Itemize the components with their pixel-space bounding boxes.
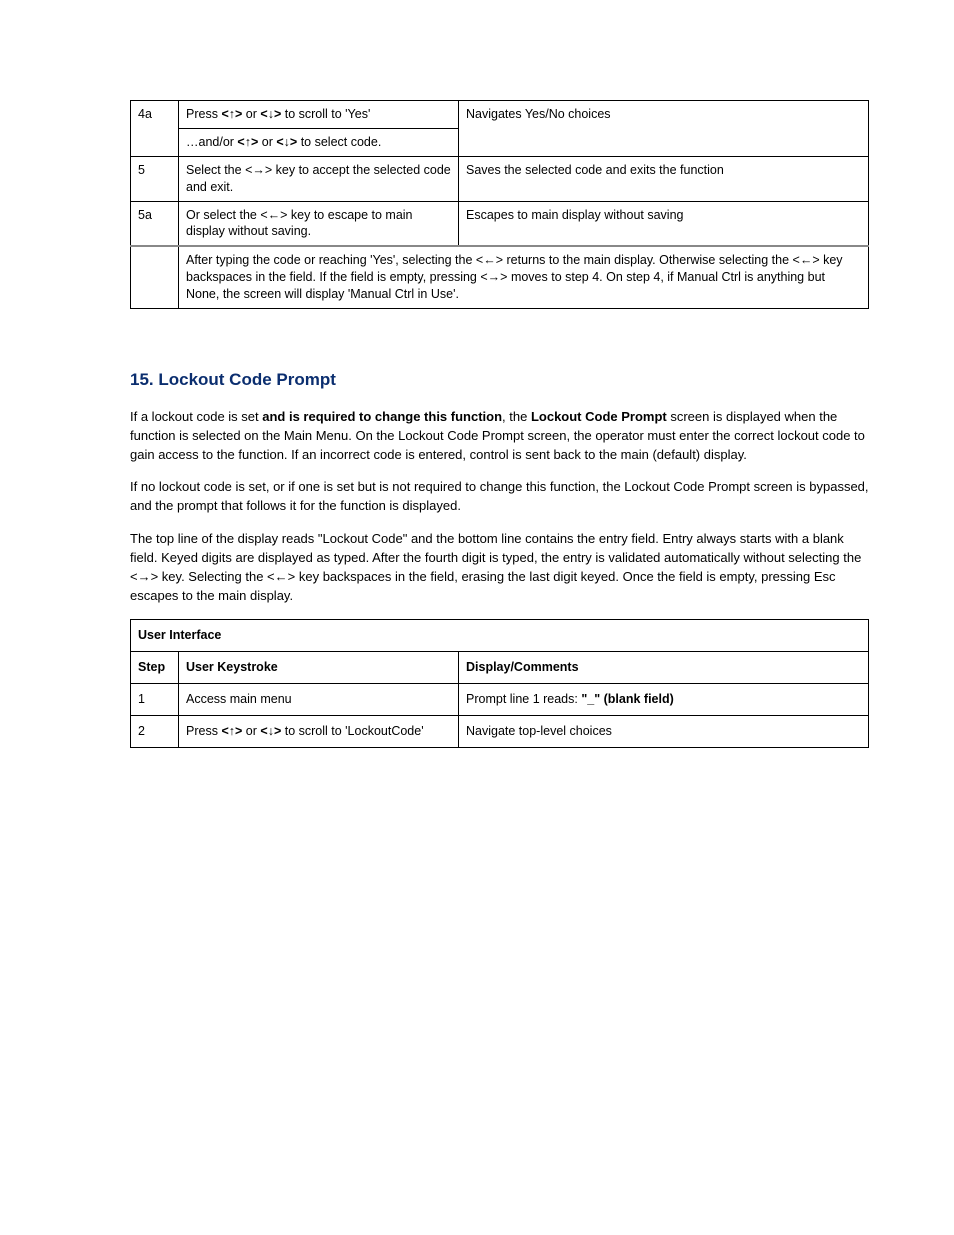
paragraph: The top line of the display reads "Locko… [130,530,869,605]
action-cell: …and/or <↑> or <↓> to select code. [179,128,459,156]
right-arrow-icon: → [252,163,265,177]
paragraph: If a lockout code is set and is required… [130,408,869,465]
left-arrow-icon: ← [483,253,496,267]
text: Select the < [186,163,252,177]
right-arrow-icon: → [138,569,151,584]
step-cell: 1 [131,684,179,716]
step-cell: 5 [131,156,179,201]
table-row: 5 Select the <→> key to accept the selec… [131,156,869,201]
text-bold: Lockout Code Prompt [531,409,667,424]
display-cell: Navigates Yes/No choices [459,101,869,157]
text: After typing the code or reaching 'Yes',… [186,253,483,267]
text: , the [502,409,531,424]
table-row: 1 Access main menu Prompt line 1 reads: … [131,684,869,716]
text-bold: "_" (blank field) [581,692,673,706]
text: or [242,724,260,738]
action-cell: Press <↑> or <↓> to scroll to 'Yes' [179,101,459,129]
text: …and/or [186,135,237,149]
text: or [258,135,276,149]
col-header-display: Display/Comments [459,652,869,684]
left-arrow-icon: ← [800,253,813,267]
text: to scroll to 'LockoutCode' [281,724,423,738]
table-header-row: User Interface [131,620,869,652]
left-arrow-icon: ← [268,208,281,222]
text: Press [186,107,221,121]
up-arrow-icon: ↑ [229,724,235,738]
down-arrow-icon: ↓ [268,107,274,121]
down-arrow-icon: ↓ [268,724,274,738]
text: If a lockout code is set [130,409,262,424]
table-user-interface: User Interface Step User Keystroke Displ… [130,619,869,748]
step-cell: 5a [131,201,179,246]
display-cell: Saves the selected code and exits the fu… [459,156,869,201]
action-cell: Access main menu [179,684,459,716]
text: > key. Selecting the < [151,569,275,584]
table-row-note: After typing the code or reaching 'Yes',… [131,246,869,308]
text-bold: and is required to change this function [262,409,502,424]
text: to select code. [297,135,381,149]
left-arrow-icon: ← [275,569,288,584]
table-continuation-user-interface: 4a Press <↑> or <↓> to scroll to 'Yes' N… [130,100,869,309]
action-cell: Press <↑> or <↓> to scroll to 'LockoutCo… [179,716,459,748]
up-arrow-icon: ↑ [229,107,235,121]
action-cell: Select the <→> key to accept the selecte… [179,156,459,201]
note-cell: After typing the code or reaching 'Yes',… [179,246,869,308]
text: or [242,107,260,121]
text: Or select the < [186,208,268,222]
action-cell: Or select the <←> key to escape to main … [179,201,459,246]
table-row: 5a Or select the <←> key to escape to ma… [131,201,869,246]
section-heading-lockout-code-prompt: 15. Lockout Code Prompt [130,369,869,392]
paragraph: If no lockout code is set, or if one is … [130,478,869,516]
text: Press [186,724,221,738]
display-cell: Navigate top-level choices [459,716,869,748]
right-arrow-icon: → [488,270,501,284]
text: > returns to the main display. Otherwise… [496,253,800,267]
display-cell: Prompt line 1 reads: "_" (blank field) [459,684,869,716]
step-cell [131,246,179,308]
table-row: 4a Press <↑> or <↓> to scroll to 'Yes' N… [131,101,869,129]
table-title: User Interface [131,620,869,652]
text: Prompt line 1 reads: [466,692,581,706]
step-cell: 2 [131,716,179,748]
table-row: 2 Press <↑> or <↓> to scroll to 'Lockout… [131,716,869,748]
up-arrow-icon: ↑ [245,135,251,149]
step-cell: 4a [131,101,179,157]
col-header-action: User Keystroke [179,652,459,684]
text: to scroll to 'Yes' [281,107,370,121]
table-header-row: Step User Keystroke Display/Comments [131,652,869,684]
display-cell: Escapes to main display without saving [459,201,869,246]
down-arrow-icon: ↓ [284,135,290,149]
col-header-step: Step [131,652,179,684]
